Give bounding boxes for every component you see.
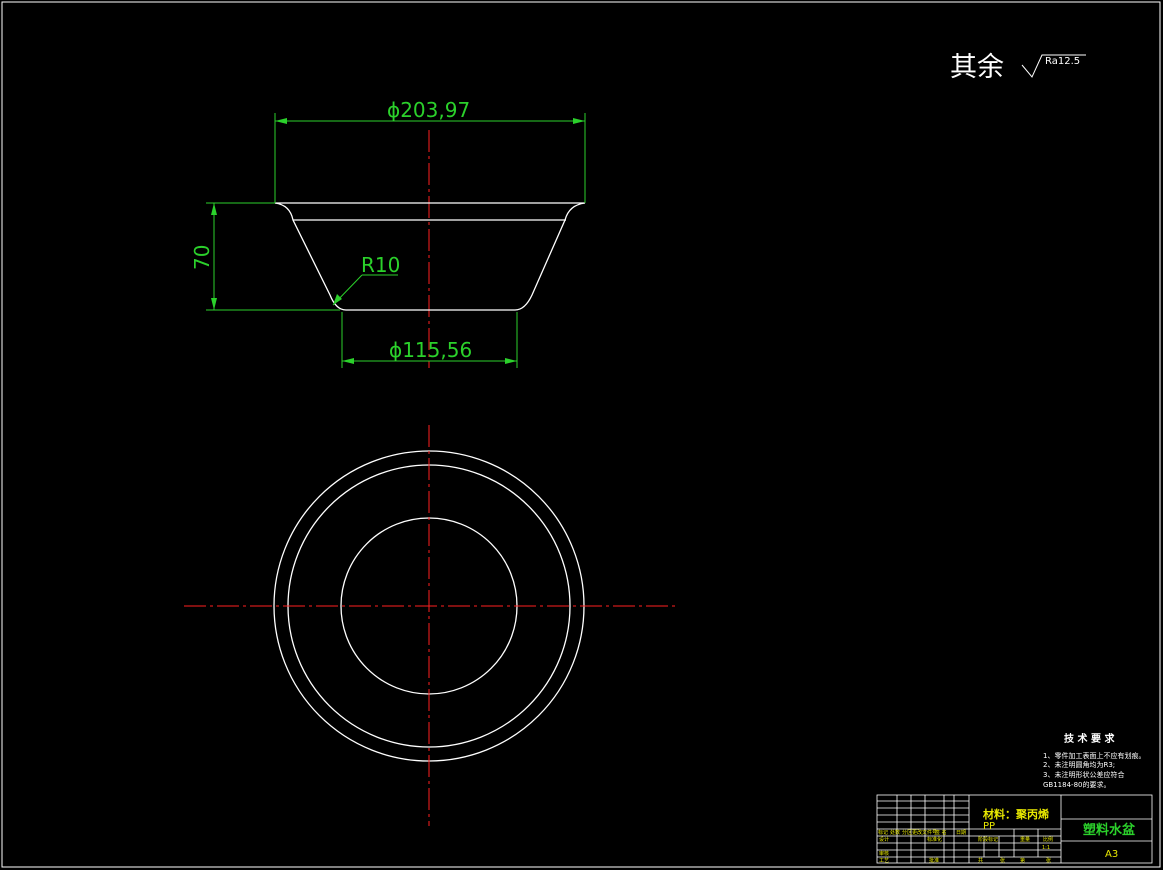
part-name: 塑料水盆 xyxy=(1083,822,1136,838)
sheet-label: 共 xyxy=(978,857,983,864)
header-cell: 更改文件号 xyxy=(912,829,937,836)
header-cell: 签 名 xyxy=(935,829,947,836)
stage-label: 阶段标记 xyxy=(978,836,998,843)
material-code: PP xyxy=(983,821,995,832)
title-block-text: 材料：聚丙烯 PP 塑料水盆 A3 1:1 标记 处数 分区 更改文件号 签 名… xyxy=(878,807,1136,864)
stage-label: 重量 xyxy=(1020,836,1030,843)
drawing-frame xyxy=(1,1,1161,868)
header-cell: 分区 xyxy=(902,829,912,836)
surface-finish-value: Ra12.5 xyxy=(1045,56,1080,67)
tech-requirements: 技 术 要 求 1、零件加工表面上不应有划痕。 2、未注明圆角均为R3; 3、未… xyxy=(1043,732,1145,789)
height-label: 70 xyxy=(190,245,214,270)
tech-req-item: 1、零件加工表面上不应有划痕。 xyxy=(1043,751,1145,760)
cad-drawing: 其余 Ra12.5 ϕ203,97 70 R10 ϕ115,56 技 术 要 求… xyxy=(1,1,1161,868)
radius-label: R10 xyxy=(361,253,400,277)
material-label: 材料：聚丙烯 xyxy=(983,807,1049,821)
tech-req-item: 3、未注明形状公差应符合 xyxy=(1043,770,1124,779)
tech-req-item: 2、未注明圆角均为R3; xyxy=(1043,760,1115,769)
top-view xyxy=(184,425,678,826)
surface-finish-note: 其余 Ra12.5 xyxy=(950,52,1086,83)
row-label: 设计 xyxy=(879,836,889,843)
sheet-label: 第 xyxy=(1020,857,1025,864)
row-label: 审核 xyxy=(879,850,889,857)
sheet-size: A3 xyxy=(1105,849,1118,860)
dim-arrow-icon xyxy=(333,294,342,305)
header-cell: 处数 xyxy=(890,829,900,836)
header-cell: 日期 xyxy=(956,830,966,836)
scale-value: 1:1 xyxy=(1042,845,1050,851)
header-cell: 标记 xyxy=(878,829,888,836)
stage-label: 比例 xyxy=(1043,836,1053,843)
side-view: ϕ203,97 70 R10 ϕ115,56 xyxy=(190,98,586,368)
tech-req-item: GB1184-80的要求。 xyxy=(1043,780,1110,789)
tech-req-title: 技 术 要 求 xyxy=(1064,732,1115,745)
approve-label: 批准 xyxy=(929,857,939,864)
bottom-diameter-label: ϕ115,56 xyxy=(389,338,472,362)
row-label: 工艺 xyxy=(879,858,889,864)
top-diameter-label: ϕ203,97 xyxy=(387,98,470,122)
sheet-label: 张 xyxy=(1000,857,1005,864)
std-label: 标准化 xyxy=(927,836,942,843)
bowl-outline xyxy=(274,202,586,311)
surface-finish-label: 其余 xyxy=(950,52,1004,83)
sheet-label: 张 xyxy=(1046,857,1051,864)
